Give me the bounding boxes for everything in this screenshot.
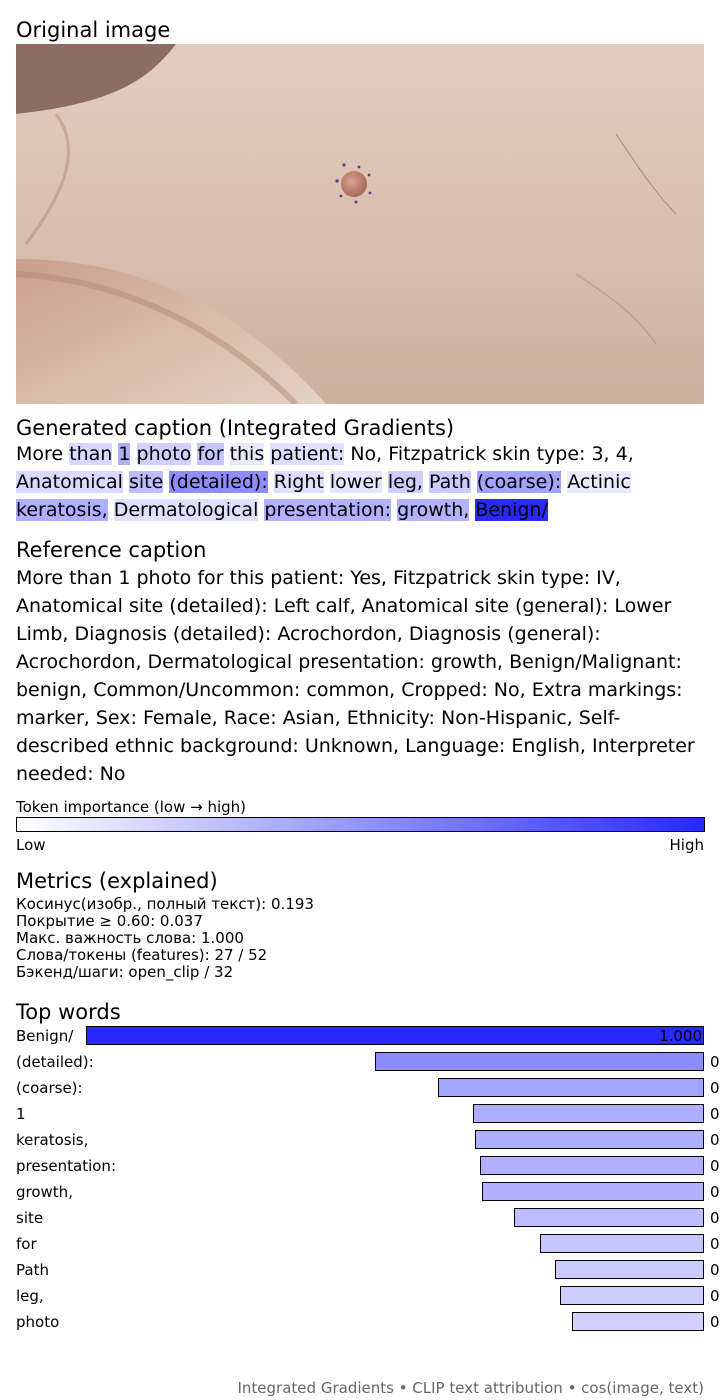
top-word-row: for 0.266 [0, 1232, 720, 1258]
top-word-bar [514, 1208, 704, 1227]
top-word-value: 0.363 [710, 1157, 720, 1175]
top-word-label: (coarse): [16, 1079, 83, 1097]
caption-token: leg, [387, 471, 423, 493]
caption-token: 3, [591, 443, 610, 465]
caption-token: 1 [118, 443, 131, 465]
metrics-title: Metrics (explained) [16, 869, 218, 893]
metrics-list: Косинус(изобр., полный текст): 0.193 Пок… [16, 896, 314, 981]
caption-token: (detailed): [169, 471, 268, 493]
top-word-bar [560, 1286, 704, 1305]
top-word-row: (detailed): 0.532 [0, 1050, 720, 1076]
caption-token: Path [429, 471, 471, 493]
caption-token: Benign/ [475, 499, 548, 521]
top-word-label: photo [16, 1313, 60, 1331]
top-word-bar [571, 1312, 704, 1331]
top-word-label: for [16, 1235, 37, 1253]
caption-token: Right [273, 471, 324, 493]
top-word-label: keratosis, [16, 1131, 89, 1149]
caption-token: than [69, 443, 113, 465]
top-word-value: 0.532 [710, 1053, 720, 1071]
top-word-bar [555, 1260, 704, 1279]
importance-scale-title: Token importance (low → high) [16, 798, 247, 816]
reference-caption: More than 1 photo for this patient: Yes,… [16, 567, 695, 785]
top-word-value: 0.371 [710, 1131, 720, 1149]
top-word-row: photo 0.214 [0, 1310, 720, 1336]
top-word-row: Path 0.241 [0, 1258, 720, 1284]
top-word-row: leg, 0.233 [0, 1284, 720, 1310]
caption-token: Anatomical [16, 471, 123, 493]
top-word-row: site 0.307 [0, 1206, 720, 1232]
top-word-row: keratosis, 0.371 [0, 1128, 720, 1154]
scale-low-label: Low [16, 836, 46, 854]
top-word-bar [479, 1156, 704, 1175]
metric-line: Макс. важность слова: 1.000 [16, 929, 244, 947]
caption-token: No, [350, 443, 383, 465]
top-words-chart: Benign/1.000 (detailed): 0.532 (coarse): 0.4… [0, 1024, 720, 1334]
top-word-value: 1.000 [659, 1027, 702, 1045]
caption-token: Actinic [567, 471, 631, 493]
top-word-value: 0.307 [710, 1209, 720, 1227]
metric-line: Бэкенд/шаги: open_clip / 32 [16, 963, 234, 981]
caption-token: presentation: [264, 499, 392, 521]
reference-caption-title: Reference caption [16, 538, 207, 562]
footer-note: Integrated Gradients • CLIP text attribu… [237, 1379, 705, 1397]
caption-token: More [16, 443, 64, 465]
caption-token: lower [329, 471, 382, 493]
metric-line: Слова/токены (features): 27 / 52 [16, 946, 268, 964]
caption-token: Fitzpatrick [388, 443, 487, 465]
top-word-label: 1 [16, 1105, 26, 1123]
top-word-bar [437, 1078, 704, 1097]
importance-colorbar [16, 817, 705, 832]
caption-token: Dermatological [113, 499, 259, 521]
top-words-title: Top words [16, 1000, 121, 1024]
top-word-bar [474, 1130, 704, 1149]
top-word-label: Path [16, 1261, 49, 1279]
caption-token: this [229, 443, 265, 465]
generated-caption-title: Generated caption (Integrated Gradients) [16, 416, 455, 440]
top-word-label: Benign/ [16, 1027, 74, 1045]
top-word-value: 0.241 [710, 1261, 720, 1279]
generated-caption: More than 1 photo for this patient: No, … [16, 440, 706, 524]
original-image-title: Original image [16, 18, 171, 42]
metric-line: Покрытие ≥ 0.60: 0.037 [16, 912, 203, 930]
top-word-label: growth, [16, 1183, 73, 1201]
caption-token: 4, [615, 443, 634, 465]
top-word-value: 0.373 [710, 1105, 720, 1123]
top-word-row: presentation: 0.363 [0, 1154, 720, 1180]
caption-token: growth, [397, 499, 470, 521]
top-word-bar [539, 1234, 704, 1253]
top-word-label: leg, [16, 1287, 44, 1305]
top-word-value: 0.266 [710, 1235, 720, 1253]
top-word-row: Benign/1.000 [0, 1024, 720, 1050]
skin-lesion-photo [16, 44, 704, 404]
caption-token: for [197, 443, 224, 465]
scale-high-label: High [669, 836, 704, 854]
caption-token: photo [136, 443, 192, 465]
top-word-bar [375, 1052, 704, 1071]
top-word-value: 0.359 [710, 1183, 720, 1201]
caption-token: skin [492, 443, 531, 465]
metric-line: Косинус(изобр., полный текст): 0.193 [16, 895, 314, 913]
caption-token: type: [536, 443, 586, 465]
top-word-value: 0.431 [710, 1079, 720, 1097]
top-word-row: (coarse): 0.431 [0, 1076, 720, 1102]
top-word-bar [86, 1026, 704, 1045]
top-word-value: 0.214 [710, 1313, 720, 1331]
top-word-label: presentation: [16, 1157, 116, 1175]
caption-token: patient: [270, 443, 345, 465]
top-word-row: growth, 0.359 [0, 1180, 720, 1206]
top-word-bar [473, 1104, 704, 1123]
top-word-label: site [16, 1209, 44, 1227]
caption-token: (coarse): [476, 471, 562, 493]
top-word-value: 0.233 [710, 1287, 720, 1305]
caption-token: keratosis, [16, 499, 108, 521]
caption-token: site [128, 471, 164, 493]
top-word-row: 1 0.373 [0, 1102, 720, 1128]
top-word-label: (detailed): [16, 1053, 94, 1071]
top-word-bar [482, 1182, 704, 1201]
